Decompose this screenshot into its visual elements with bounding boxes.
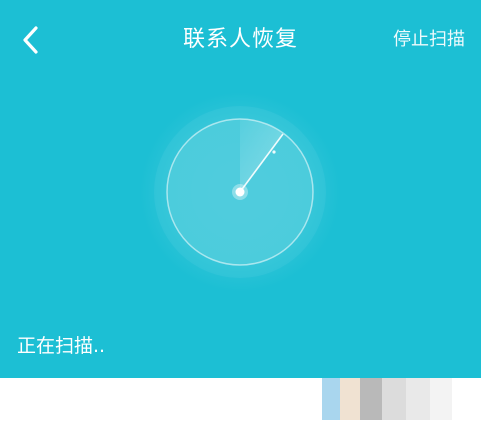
contact-recovery-screen: 联系人恢复 停止扫描 正在扫描.. [0,0,481,448]
scan-panel: 联系人恢复 停止扫描 正在扫描.. [0,0,481,378]
stop-scan-button[interactable]: 停止扫描 [393,27,465,53]
radar-scan-icon [140,92,340,292]
watermark-mosaic [322,378,452,420]
scan-status-text: 正在扫描.. [17,335,106,357]
